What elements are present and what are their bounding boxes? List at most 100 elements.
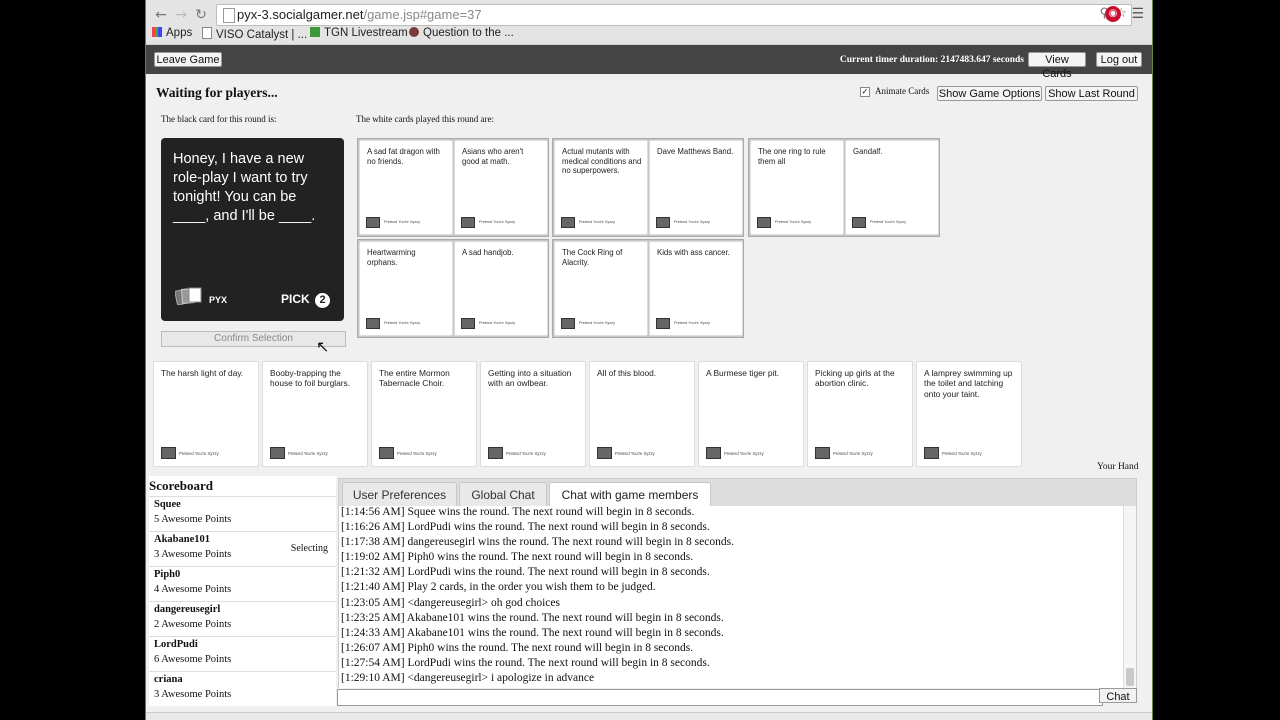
- hand-card[interactable]: All of this blood. Pretend You're Xyzzy: [589, 361, 695, 467]
- leave-game-button[interactable]: Leave Game: [154, 52, 222, 67]
- card-stack-icon: [597, 447, 612, 459]
- chat-message: [1:21:40 AM] Play 2 cards, in the order …: [341, 581, 656, 593]
- menu-icon[interactable]: ☰: [1131, 6, 1144, 22]
- scoreboard-player: Piph0 4 Awesome Points: [149, 566, 336, 601]
- chat-message: [1:26:07 AM] Piph0 wins the round. The n…: [341, 642, 694, 654]
- view-cards-button[interactable]: View Cards: [1028, 52, 1086, 80]
- your-hand-label: Your Hand: [1097, 462, 1139, 472]
- chat-tab-bar: User Preferences Global Chat Chat with g…: [338, 478, 1137, 508]
- tab-chat-with-game-members[interactable]: Chat with game members: [549, 482, 711, 508]
- bookmark-viso[interactable]: VISO Catalyst | ...: [202, 27, 307, 41]
- hand-card[interactable]: The entire Mormon Tabernacle Choir. Prete…: [371, 361, 477, 467]
- chat-message: [1:14:56 AM] Squee wins the round. The n…: [341, 506, 695, 518]
- pick-indicator: PICK 2: [281, 292, 330, 308]
- pick-count: 2: [315, 293, 330, 308]
- hand-card[interactable]: Picking up girls at the abortion clinic.…: [807, 361, 913, 467]
- black-card: Honey, I have a new role-play I want to …: [161, 138, 344, 321]
- scoreboard-player: LordPudi 6 Awesome Points: [149, 636, 336, 671]
- card-stack-icon: [161, 447, 176, 459]
- hand-card[interactable]: Getting into a situation with an owlbear…: [480, 361, 586, 467]
- mouse-cursor-icon: ↖: [316, 337, 330, 356]
- hand-card[interactable]: A Burmese tiger pit. Pretend You're Xyzzy: [698, 361, 804, 467]
- browser-toolbar: ← → ↻ pyx-3.socialgamer.net/game.jsp#gam…: [146, 0, 1152, 45]
- white-card[interactable]: A sad handjob. Pretend You're Xyzzy: [454, 241, 548, 336]
- avatar-icon: [409, 27, 419, 37]
- black-card-brand: PYX: [209, 295, 228, 305]
- show-last-round-button[interactable]: Show Last Round: [1045, 86, 1138, 101]
- show-game-options-button[interactable]: Show Game Options: [937, 86, 1042, 101]
- animate-cards-label: Animate Cards: [875, 86, 930, 96]
- chat-message: [1:21:32 AM] LordPudi wins the round. Th…: [341, 566, 710, 578]
- scoreboard-player: Squee 5 Awesome Points: [149, 496, 336, 531]
- card-stack-icon: [656, 318, 670, 329]
- pyx-logo-icon: [175, 287, 202, 305]
- chat-message: [1:16:26 AM] LordPudi wins the round. Th…: [341, 521, 710, 533]
- timer-duration: Current timer duration: 2147483.647 seco…: [839, 55, 1024, 65]
- apps-icon: [152, 27, 162, 37]
- address-bar[interactable]: pyx-3.socialgamer.net/game.jsp#game=37 ⚲…: [216, 4, 1132, 26]
- white-card[interactable]: Kids with ass cancer. Pretend You're Xyzz…: [649, 241, 743, 336]
- chat-message: [1:23:05 AM] <dangereusegirl> oh god cho…: [341, 597, 560, 609]
- extension-icon[interactable]: ◉: [1105, 6, 1121, 22]
- scoreboard-player: Akabane101 3 Awesome Points Selecting: [149, 531, 336, 566]
- player-status: Selecting: [290, 543, 328, 554]
- card-stack-icon: [366, 318, 380, 329]
- white-card[interactable]: Gandalf. Pretend You're Xyzzy: [845, 140, 939, 235]
- card-stack-icon: [270, 447, 285, 459]
- played-card-group[interactable]: The one ring to rule them all Pretend You…: [748, 138, 940, 237]
- page-bottom: [146, 712, 1152, 720]
- forward-icon[interactable]: →: [172, 6, 190, 24]
- white-card[interactable]: Heartwarming orphans. Pretend You're Xyzz…: [359, 241, 453, 336]
- chat-log[interactable]: [1:14:56 AM] Squee wins the round. The n…: [338, 506, 1137, 688]
- white-card[interactable]: The one ring to rule them all Pretend You…: [750, 140, 844, 235]
- chat-scrollbar[interactable]: [1123, 506, 1136, 688]
- tab-user-preferences[interactable]: User Preferences: [342, 482, 457, 507]
- white-card[interactable]: Asians who aren't good at math. Pretend Y…: [454, 140, 548, 235]
- hand-card[interactable]: Booby-trapping the house to foil burglar…: [262, 361, 368, 467]
- bookmark-tgn[interactable]: TGN Livestream: [310, 27, 408, 39]
- scoreboard-player: dangereusegirl 2 Awesome Points: [149, 601, 336, 636]
- chat-input[interactable]: [337, 689, 1103, 706]
- page-icon: [223, 8, 235, 23]
- white-card[interactable]: The Cock Ring of Alacrity. Pretend You're…: [554, 241, 648, 336]
- scoreboard-title: Scoreboard: [149, 478, 214, 493]
- bookmark-apps[interactable]: Apps: [152, 27, 192, 39]
- tab-global-chat[interactable]: Global Chat: [459, 482, 547, 507]
- tgn-icon: [310, 27, 320, 37]
- chat-scroll-thumb[interactable]: [1126, 668, 1134, 686]
- white-card[interactable]: A sad fat dragon with no friends. Pretend…: [359, 140, 453, 235]
- chat-message: [1:17:38 AM] dangereusegirl wins the rou…: [341, 536, 734, 548]
- chat-message: [1:27:54 AM] LordPudi wins the round. Th…: [341, 657, 710, 669]
- card-stack-icon: [461, 318, 475, 329]
- hand-card[interactable]: The harsh light of day. Pretend You're Xy…: [153, 361, 259, 467]
- card-stack-icon: [461, 217, 475, 228]
- reload-icon[interactable]: ↻: [192, 6, 210, 24]
- game-top-bar: Leave Game Current timer duration: 21474…: [146, 45, 1152, 80]
- played-card-group[interactable]: A sad fat dragon with no friends. Pretend…: [357, 138, 549, 237]
- white-card[interactable]: Dave Matthews Band. Pretend You're Xyzzy: [649, 140, 743, 235]
- card-stack-icon: [561, 318, 575, 329]
- card-stack-icon: [379, 447, 394, 459]
- white-card[interactable]: Actual mutants with medical conditions a…: [554, 140, 648, 235]
- scoreboard-player: criana 3 Awesome Points: [149, 671, 336, 706]
- game-status: Waiting for players...: [156, 85, 278, 100]
- page-icon: [202, 27, 212, 39]
- chat-send-button[interactable]: Chat: [1099, 688, 1137, 703]
- scoreboard: Scoreboard Squee 5 Awesome Points Akabane…: [149, 476, 336, 706]
- chat-message: [1:24:33 AM] Akabane101 wins the round. …: [341, 627, 724, 639]
- played-card-group[interactable]: The Cock Ring of Alacrity. Pretend You're…: [552, 239, 744, 338]
- played-card-group[interactable]: Actual mutants with medical conditions a…: [552, 138, 744, 237]
- bookmarks-bar: Apps VISO Catalyst | ... TGN Livestream …: [146, 27, 1152, 43]
- card-stack-icon: [366, 217, 380, 228]
- black-card-heading: The black card for this round is:: [161, 114, 277, 124]
- log-out-button[interactable]: Log out: [1096, 52, 1142, 67]
- hand-card[interactable]: A lamprey swimming up the toilet and lat…: [916, 361, 1022, 467]
- bookmark-question[interactable]: Question to the ...: [409, 27, 514, 39]
- chat-message: [1:23:25 AM] Akabane101 wins the round. …: [341, 612, 724, 624]
- played-card-group[interactable]: Heartwarming orphans. Pretend You're Xyzz…: [357, 239, 549, 338]
- black-card-text: Honey, I have a new role-play I want to …: [173, 151, 316, 224]
- back-icon[interactable]: ←: [152, 6, 170, 24]
- chat-message: [1:29:10 AM] <dangereusegirl> i apologiz…: [341, 672, 595, 684]
- card-stack-icon: [488, 447, 503, 459]
- animate-cards-checkbox[interactable]: ✓: [860, 87, 870, 97]
